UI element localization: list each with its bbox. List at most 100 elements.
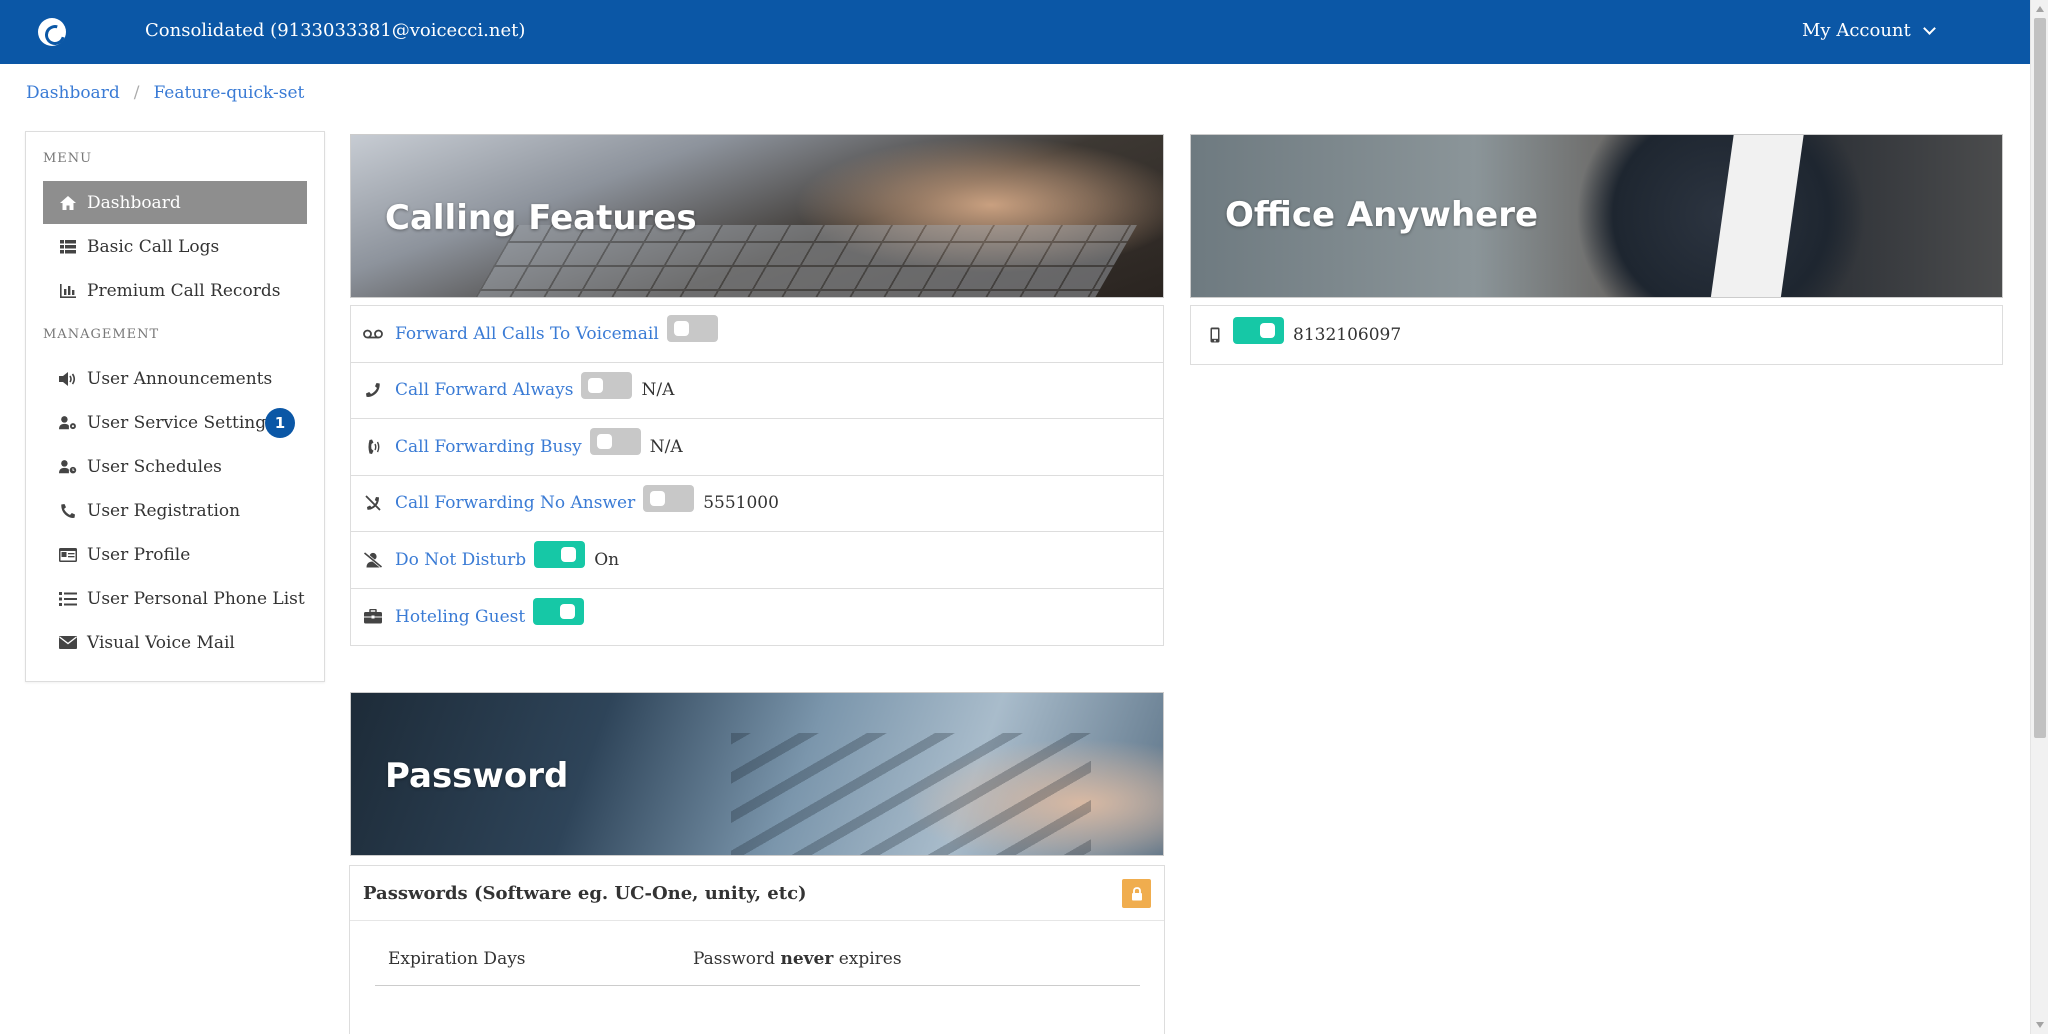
feature-row-call-forwarding-no-answer: Call Forwarding No Answer 5551000 [351, 476, 1163, 532]
sidebar-item-label: Premium Call Records [87, 280, 281, 301]
call-forwarding-busy-value: N/A [649, 436, 683, 457]
call-forward-always-link[interactable]: Call Forward Always [395, 380, 573, 400]
calling-features-list: Forward All Calls To Voicemail Call Forw… [350, 305, 1164, 646]
sidebar-item-label: User Profile [87, 544, 191, 565]
office-anywhere-row: 8132106097 [1190, 305, 2003, 365]
calling-features-banner: Calling Features [350, 134, 1164, 298]
password-banner: Password [350, 692, 1164, 856]
expiration-value-bold: never [780, 949, 834, 969]
my-account-menu[interactable]: My Account [1802, 20, 1936, 41]
table-icon [59, 238, 77, 256]
feature-row-forward-voicemail: Forward All Calls To Voicemail [351, 306, 1163, 363]
envelope-icon [59, 634, 77, 652]
sidebar: MENU Dashboard Basic Call Logs Premium C… [25, 131, 325, 682]
management-section-title: MANAGEMENT [43, 327, 160, 342]
do-not-disturb-value: On [594, 549, 620, 570]
breadcrumb: Dashboard / Feature-quick-set [26, 83, 304, 103]
office-anywhere-title: Office Anywhere [1225, 195, 1539, 235]
sidebar-item-user-announcements[interactable]: User Announcements [43, 357, 307, 400]
forward-all-calls-voicemail-link[interactable]: Forward All Calls To Voicemail [395, 324, 659, 344]
volume-icon [59, 370, 77, 388]
briefcase-icon [363, 607, 383, 627]
sidebar-item-label: User Schedules [87, 456, 222, 477]
call-forwarding-busy-toggle[interactable] [589, 428, 641, 456]
sidebar-item-visual-voice-mail[interactable]: Visual Voice Mail [43, 621, 307, 664]
password-card-title: Passwords (Software eg. UC-One, unity, e… [363, 882, 807, 904]
sidebar-item-user-schedules[interactable]: User Schedules [43, 445, 307, 488]
top-navbar: Consolidated (9133033381@voicecci.net) M… [0, 0, 2030, 64]
menu-section-title: MENU [43, 151, 93, 166]
feature-row-call-forward-always: Call Forward Always N/A [351, 363, 1163, 419]
bar-chart-icon [59, 282, 77, 300]
phone-keypad-image [731, 733, 1091, 855]
account-title: Consolidated (9133033381@voicecci.net) [145, 20, 526, 41]
feature-row-do-not-disturb: Do Not Disturb On [351, 532, 1163, 589]
lock-button[interactable] [1122, 879, 1151, 908]
call-forward-always-toggle[interactable] [581, 371, 633, 399]
call-forwarding-no-answer-value: 5551000 [703, 493, 779, 514]
phone-slash-icon [363, 493, 383, 513]
breadcrumb-dashboard[interactable]: Dashboard [26, 83, 120, 103]
expiration-value-suffix: expires [838, 949, 902, 969]
password-title: Password [385, 756, 569, 796]
scroll-down-arrow-icon[interactable] [2036, 1022, 2044, 1028]
sidebar-item-user-personal-phone-list[interactable]: User Personal Phone List [43, 577, 307, 620]
sidebar-item-label: User Registration [87, 500, 241, 521]
brand-logo-icon[interactable] [38, 18, 66, 46]
id-card-icon [59, 546, 77, 564]
office-anywhere-banner: Office Anywhere [1190, 134, 2003, 298]
sidebar-item-user-registration[interactable]: User Registration [43, 489, 307, 532]
do-not-disturb-toggle[interactable] [534, 541, 586, 569]
hoteling-guest-link[interactable]: Hoteling Guest [395, 607, 525, 627]
person-with-phone-image [1706, 135, 1806, 297]
call-forwarding-busy-link[interactable]: Call Forwarding Busy [395, 437, 582, 457]
sidebar-item-label: Visual Voice Mail [87, 632, 235, 653]
sidebar-item-label: Basic Call Logs [87, 236, 220, 257]
expiration-days-row: Expiration Days Password never expires [375, 946, 1140, 986]
expiration-days-value: Password never expires [693, 949, 902, 969]
phone-volume-icon [363, 437, 383, 457]
expiration-days-label: Expiration Days [388, 949, 526, 969]
user-slash-icon [363, 550, 383, 570]
password-card: Passwords (Software eg. UC-One, unity, e… [349, 865, 1165, 1034]
mobile-icon [1205, 327, 1225, 343]
call-forward-always-value: N/A [641, 380, 675, 401]
office-anywhere-toggle[interactable] [1233, 316, 1284, 344]
my-account-label: My Account [1802, 20, 1911, 41]
sidebar-item-label: User Announcements [87, 368, 273, 389]
scroll-thumb[interactable] [2034, 18, 2046, 738]
sidebar-item-label: User Personal Phone List [87, 588, 305, 609]
breadcrumb-feature-quick-set[interactable]: Feature-quick-set [153, 83, 304, 103]
feature-row-call-forwarding-busy: Call Forwarding Busy N/A [351, 419, 1163, 476]
lock-icon [1131, 886, 1143, 901]
password-card-header: Passwords (Software eg. UC-One, unity, e… [350, 866, 1164, 921]
voicemail-icon [363, 324, 383, 344]
sidebar-item-user-service-settings[interactable]: User Service Settings 1 [43, 401, 307, 444]
sidebar-item-premium-call-records[interactable]: Premium Call Records [43, 269, 307, 312]
phone-icon [363, 380, 383, 400]
home-icon [59, 194, 77, 212]
call-forwarding-no-answer-toggle[interactable] [643, 484, 695, 512]
sidebar-item-dashboard[interactable]: Dashboard [43, 181, 307, 224]
expiration-value-prefix: Password [693, 949, 776, 969]
scroll-up-arrow-icon[interactable] [2036, 6, 2044, 12]
sidebar-item-basic-call-logs[interactable]: Basic Call Logs [43, 225, 307, 268]
hoteling-guest-toggle[interactable] [533, 598, 585, 626]
office-anywhere-number: 8132106097 [1293, 325, 1402, 345]
sidebar-item-label: Dashboard [87, 192, 181, 213]
do-not-disturb-link[interactable]: Do Not Disturb [395, 550, 526, 570]
list-icon [59, 590, 77, 608]
breadcrumb-separator: / [133, 83, 140, 103]
calling-features-title: Calling Features [385, 198, 697, 238]
sidebar-item-user-profile[interactable]: User Profile [43, 533, 307, 576]
forward-voicemail-toggle[interactable] [666, 315, 718, 343]
sidebar-item-label: User Service Settings [87, 412, 275, 433]
user-cog-icon [59, 414, 77, 432]
notification-badge: 1 [265, 408, 295, 438]
phone-icon [59, 502, 77, 520]
chevron-down-icon [1922, 21, 1936, 35]
feature-row-hoteling-guest: Hoteling Guest [351, 589, 1163, 646]
call-forwarding-no-answer-link[interactable]: Call Forwarding No Answer [395, 493, 635, 513]
page-scrollbar[interactable] [2030, 0, 2048, 1034]
user-clock-icon [59, 458, 77, 476]
